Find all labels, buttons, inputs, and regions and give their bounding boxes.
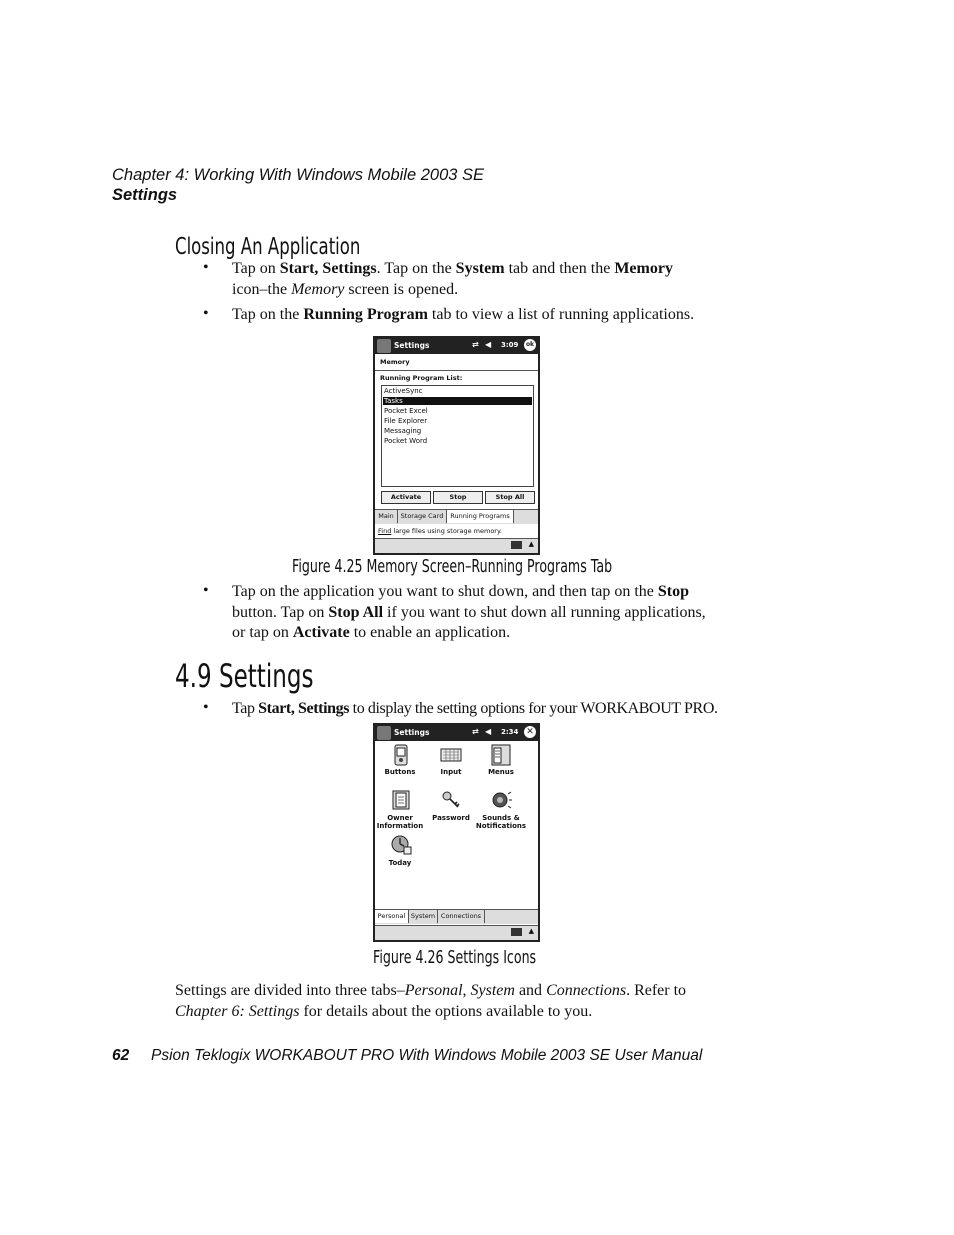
title-bar: Settings ⇄ ◀ 2:34 ✕ — [375, 725, 538, 741]
today-icon[interactable] — [390, 833, 412, 855]
owner-information-label: Owner Information — [376, 814, 424, 830]
speaker-icon: ◀ — [485, 340, 492, 349]
chapter-header: Chapter 4: Working With Windows Mobile 2… — [112, 166, 485, 184]
section-header: Settings — [112, 186, 178, 204]
memory-screen-figure: Settings ⇄ ◀ 3:09 ok Memory Running Prog… — [373, 336, 540, 555]
keyboard-icon[interactable] — [511, 928, 522, 936]
buttons-icon[interactable] — [390, 744, 412, 766]
list-item[interactable]: Pocket Excel — [384, 407, 428, 415]
stop-bullet: Tap on the application you want to shut … — [232, 583, 706, 641]
list-item[interactable]: Pocket Word — [384, 437, 427, 445]
keyboard-icon[interactable] — [440, 744, 462, 766]
clock: 2:34 — [501, 728, 519, 736]
sounds-notifications-label: Sounds & Notifications — [475, 814, 527, 830]
tab-system[interactable]: System — [409, 910, 438, 923]
sync-icon: ⇄ — [472, 727, 479, 736]
tab-running-programs[interactable]: Running Programs — [447, 510, 514, 523]
list-item[interactable]: Messaging — [384, 427, 421, 435]
screen-title: Settings — [394, 341, 430, 350]
footer-manual-title: Psion Teklogix WORKABOUT PRO With Window… — [151, 1047, 703, 1064]
bullet-dot: • — [203, 305, 209, 322]
input-label: Input — [440, 768, 462, 776]
settings-tabs-paragraph: Settings are divided into three tabs–Per… — [175, 982, 687, 1020]
closing-bullet-1: Tap on Start, Settings. Tap on the Syste… — [232, 260, 673, 298]
list-item[interactable]: ActiveSync — [384, 387, 423, 395]
stop-all-button[interactable]: Stop All — [485, 491, 535, 504]
arrow-up-icon[interactable]: ▲ — [529, 927, 534, 935]
ok-button[interactable]: ok — [524, 339, 536, 351]
sync-icon: ⇄ — [472, 340, 479, 349]
title-bar: Settings ⇄ ◀ 3:09 ok — [375, 338, 538, 354]
tab-row: Personal System Connections — [375, 909, 538, 924]
windows-start-icon[interactable] — [377, 726, 391, 740]
buttons-label: Buttons — [384, 768, 416, 776]
close-icon[interactable]: ✕ — [524, 726, 536, 738]
closing-bullet-2: Tap on the Running Program tab to view a… — [232, 306, 695, 323]
password-label: Password — [432, 814, 470, 822]
keyboard-icon[interactable] — [511, 541, 522, 549]
command-bar: ▲ — [375, 925, 538, 940]
tab-row: Main Storage Card Running Programs — [375, 509, 538, 524]
settings-bullet: Tap Start, Settings to display the setti… — [232, 700, 718, 717]
figure-4-25-caption: Figure 4.25 Memory Screen–Running Progra… — [292, 557, 613, 577]
tab-main[interactable]: Main — [375, 510, 398, 523]
find-link[interactable]: Find — [378, 527, 391, 535]
section-4-9-title: 4.9 Settings — [175, 657, 314, 695]
running-program-list[interactable]: ActiveSync Tasks Pocket Excel File Explo… — [381, 385, 534, 487]
list-label: Running Program List: — [380, 374, 463, 382]
stop-button[interactable]: Stop — [433, 491, 483, 504]
tab-storage-card[interactable]: Storage Card — [398, 510, 447, 523]
settings-screen-figure: Settings ⇄ ◀ 2:34 ✕ Buttons Input Menus … — [373, 723, 540, 942]
menus-icon[interactable] — [490, 744, 512, 766]
tab-connections[interactable]: Connections — [438, 910, 485, 923]
speaker-icon: ◀ — [485, 727, 492, 736]
bullet-dot: • — [203, 259, 209, 276]
keys-icon[interactable] — [440, 789, 462, 811]
page-number: 62 — [112, 1047, 130, 1064]
activate-button[interactable]: Activate — [381, 491, 431, 504]
speaker-icon[interactable] — [490, 789, 512, 811]
screen-title: Settings — [394, 728, 430, 737]
tab-personal[interactable]: Personal — [375, 910, 409, 923]
figure-4-26-caption: Figure 4.26 Settings Icons — [373, 948, 537, 968]
bullet-dot: • — [203, 582, 209, 599]
menus-label: Menus — [488, 768, 514, 776]
today-label: Today — [388, 859, 412, 867]
command-bar: ▲ — [375, 538, 538, 553]
memory-heading: Memory — [380, 358, 410, 366]
list-item-selected[interactable]: Tasks — [383, 397, 532, 405]
owner-info-icon[interactable] — [390, 789, 412, 811]
list-item[interactable]: File Explorer — [384, 417, 427, 425]
arrow-up-icon[interactable]: ▲ — [529, 540, 534, 548]
clock: 3:09 — [501, 341, 519, 349]
bullet-dot: • — [203, 699, 209, 716]
windows-start-icon[interactable] — [377, 339, 391, 353]
status-line: Find large files using storage memory. — [378, 527, 502, 535]
divider — [375, 370, 538, 371]
closing-section-title: Closing An Application — [175, 234, 361, 260]
